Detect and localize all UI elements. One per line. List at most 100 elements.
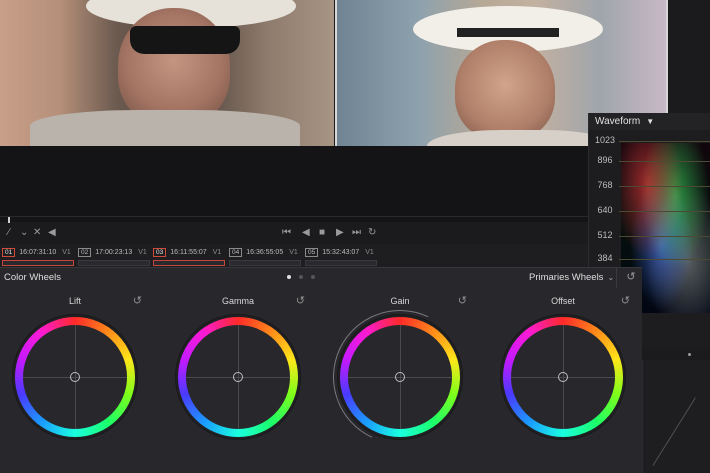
scope-gridline bbox=[619, 211, 710, 212]
blade-tool-icon[interactable]: ✕ bbox=[33, 227, 41, 238]
scrub-bar[interactable] bbox=[0, 216, 588, 224]
skip-end-icon[interactable]: ⏭ bbox=[352, 227, 361, 238]
timeline-clip[interactable]: 04 16:36:55:05 V1 bbox=[229, 246, 298, 258]
page-indicator bbox=[287, 275, 315, 279]
viewer-image-detail bbox=[30, 110, 300, 146]
wheel-puck[interactable] bbox=[395, 372, 405, 382]
reset-icon[interactable]: ↺ bbox=[133, 294, 142, 307]
hue-ring bbox=[178, 317, 298, 437]
clip-number: 01 bbox=[2, 247, 16, 257]
scope-scale-label: 1023 bbox=[594, 135, 616, 145]
clip-thumbnail[interactable] bbox=[78, 260, 150, 266]
audio-icon[interactable]: ◀ bbox=[48, 227, 56, 238]
loop-icon[interactable]: ↻ bbox=[368, 227, 376, 238]
wheels-mode-label: Primaries Wheels bbox=[529, 272, 604, 283]
panel-header: Color Wheels Primaries Wheels ⌄ ↺ bbox=[0, 268, 642, 288]
wheel-label: Gamma bbox=[221, 296, 254, 306]
source-viewer[interactable] bbox=[0, 0, 334, 146]
scope-selector[interactable]: Waveform ▼ bbox=[589, 113, 710, 130]
chevron-down-icon[interactable]: ⌄ bbox=[20, 227, 28, 238]
hue-ring bbox=[15, 317, 135, 437]
scope-scale-label: 768 bbox=[597, 180, 613, 190]
timeline-clip[interactable]: 03 16:11:55:07 V1 bbox=[153, 246, 221, 258]
curves-panel[interactable] bbox=[642, 360, 710, 473]
clip-track: V1 bbox=[62, 248, 71, 256]
clip-track: V1 bbox=[138, 248, 147, 256]
skip-start-icon[interactable]: ⏮ bbox=[282, 227, 291, 238]
page-dot[interactable] bbox=[287, 275, 291, 279]
stop-icon[interactable]: ■ bbox=[319, 227, 325, 238]
wheel-puck[interactable] bbox=[558, 372, 568, 382]
wheel-puck[interactable] bbox=[70, 372, 80, 382]
panel-title: Color Wheels bbox=[4, 272, 62, 283]
clip-number: 02 bbox=[78, 247, 92, 257]
scope-scale-label: 640 bbox=[597, 205, 613, 215]
chevron-down-icon[interactable]: ▼ bbox=[646, 117, 654, 126]
wheel-center bbox=[511, 325, 615, 429]
wheel-gain: Gain ↺ bbox=[314, 288, 486, 473]
wheel-label: Lift bbox=[68, 296, 81, 306]
clip-thumbnail[interactable] bbox=[2, 260, 74, 266]
timeline-clip[interactable]: 05 15:32:43:07 V1 bbox=[305, 246, 374, 258]
clip-strip: 01 16:07:31:10 V1 02 17:00:23:13 V1 03 1… bbox=[0, 244, 588, 267]
timeline-clip[interactable]: 01 16:07:31:10 V1 bbox=[2, 246, 71, 258]
wheel-label: Gain bbox=[390, 296, 410, 306]
clip-track: V1 bbox=[212, 248, 222, 256]
scope-gridline bbox=[619, 186, 710, 187]
reset-icon[interactable]: ↺ bbox=[624, 270, 638, 284]
clip-timecode: 16:07:31:10 bbox=[19, 248, 57, 256]
clip-thumbnail[interactable] bbox=[153, 260, 225, 266]
clip-track: V1 bbox=[289, 248, 298, 256]
reset-icon[interactable]: ↺ bbox=[621, 294, 630, 307]
viewer-image-detail bbox=[455, 40, 555, 140]
play-icon[interactable]: ▶ bbox=[336, 227, 344, 238]
hue-ring bbox=[340, 317, 460, 437]
color-wheel[interactable] bbox=[314, 291, 486, 463]
scope-gridline bbox=[619, 161, 710, 162]
clip-timecode: 16:36:55:05 bbox=[246, 248, 284, 256]
clip-timecode: 16:11:55:07 bbox=[170, 248, 207, 256]
page-dot[interactable] bbox=[311, 275, 315, 279]
viewer-image-detail bbox=[457, 28, 559, 37]
color-wheel[interactable] bbox=[500, 314, 626, 440]
wheel-gamma: Gamma ↺ bbox=[163, 288, 313, 473]
clip-number: 04 bbox=[229, 247, 243, 257]
curve-line bbox=[652, 397, 696, 466]
wheel-center bbox=[186, 325, 290, 429]
scope-gridline bbox=[619, 141, 710, 142]
wheels-mode-select[interactable]: Primaries Wheels ⌄ bbox=[529, 272, 614, 283]
wheel-center bbox=[348, 325, 452, 429]
clip-timecode: 15:32:43:07 bbox=[322, 248, 360, 256]
wheel-center bbox=[23, 325, 127, 429]
viewer-image-detail bbox=[130, 26, 240, 54]
hue-ring bbox=[503, 317, 623, 437]
chevron-down-icon: ⌄ bbox=[607, 273, 615, 282]
scope-gridline bbox=[619, 236, 710, 237]
color-wheel[interactable] bbox=[12, 314, 138, 440]
scope-title: Waveform bbox=[595, 116, 641, 127]
timeline-clip[interactable]: 02 17:00:23:13 V1 bbox=[78, 246, 147, 258]
color-wheels-panel: Color Wheels Primaries Wheels ⌄ ↺ Lift ↺ … bbox=[0, 267, 642, 473]
wheel-offset: Offset ↺ bbox=[488, 288, 638, 473]
clip-number: 03 bbox=[153, 247, 167, 257]
page-dot[interactable] bbox=[299, 275, 303, 279]
clip-thumbnail[interactable] bbox=[305, 260, 377, 266]
wheel-lift: Lift ↺ bbox=[0, 288, 150, 473]
scope-scale-label: 384 bbox=[597, 253, 613, 263]
playhead[interactable] bbox=[8, 217, 10, 223]
transport-toolbar: ∕ ⌄ ✕ ◀ ⏮ ◀ ■ ▶ ⏭ ↻ bbox=[0, 224, 588, 243]
step-back-icon[interactable]: ◀ bbox=[302, 227, 310, 238]
viewer-background bbox=[0, 146, 588, 222]
clip-timecode: 17:00:23:13 bbox=[95, 248, 133, 256]
wheel-label: Offset bbox=[551, 296, 575, 306]
color-wheel[interactable] bbox=[175, 314, 301, 440]
scope-gridline bbox=[619, 259, 710, 260]
pointer-tool-icon[interactable]: ∕ bbox=[8, 227, 10, 238]
clip-track: V1 bbox=[365, 248, 374, 256]
scope-scale-label: 512 bbox=[597, 230, 613, 240]
clip-thumbnail[interactable] bbox=[229, 260, 301, 266]
wheel-puck[interactable] bbox=[233, 372, 243, 382]
reset-icon[interactable]: ↺ bbox=[296, 294, 305, 307]
reset-icon[interactable]: ↺ bbox=[458, 294, 467, 307]
scope-handle[interactable] bbox=[688, 353, 691, 356]
